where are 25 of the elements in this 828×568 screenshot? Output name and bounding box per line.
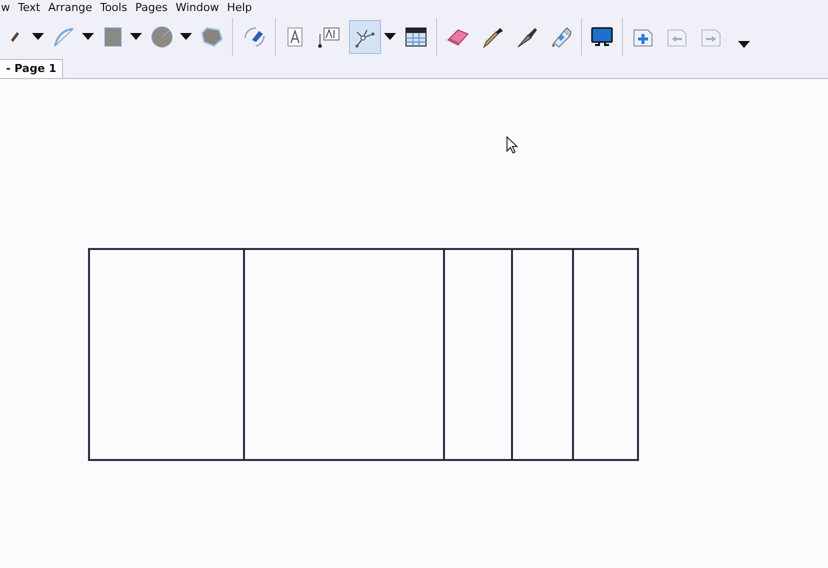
caret-icon[interactable] [32,33,44,41]
rectangle-icon [104,26,122,48]
menu-item[interactable]: w [0,0,14,16]
glue-bottle-icon [550,26,572,48]
arc-icon [53,26,75,48]
menu-item[interactable]: Help [222,0,256,16]
page-tab[interactable]: - Page 1 [0,59,64,78]
menu-item[interactable]: Window [172,0,223,16]
mouse-cursor-icon [506,136,518,154]
menu-item[interactable]: Arrange [44,0,96,16]
caret-icon[interactable] [384,33,396,41]
caret-icon[interactable] [82,33,94,41]
menu-item[interactable]: Tools [96,0,132,16]
polygon-icon [201,26,223,48]
table-icon [405,26,427,48]
text-label-icon [317,26,341,48]
caret-icon [738,40,750,48]
monitor-icon [591,26,613,48]
menu-item[interactable]: Pages [131,0,172,16]
circle-icon [151,26,173,48]
caret-icon[interactable] [180,33,192,41]
text-box-icon [286,26,304,48]
caret-icon[interactable] [130,33,142,41]
knife-icon [516,26,538,48]
menu-item[interactable]: Text [14,0,44,16]
